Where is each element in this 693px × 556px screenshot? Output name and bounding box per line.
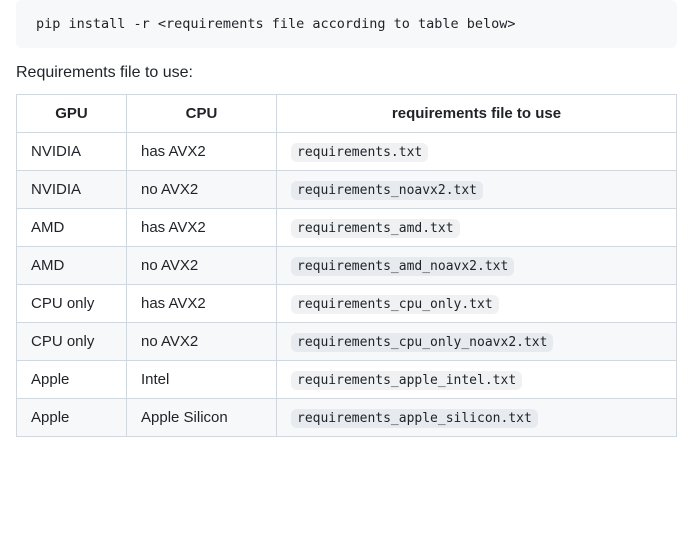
table-row: NVIDIA has AVX2 requirements.txt: [17, 133, 677, 171]
cell-gpu: CPU only: [17, 285, 127, 323]
cell-gpu: Apple: [17, 361, 127, 399]
header-cpu: CPU: [127, 95, 277, 133]
cell-gpu: NVIDIA: [17, 171, 127, 209]
cell-cpu: no AVX2: [127, 171, 277, 209]
cell-file: requirements_amd.txt: [277, 209, 677, 247]
file-code[interactable]: requirements_amd_noavx2.txt: [291, 257, 514, 276]
requirements-table: GPU CPU requirements file to use NVIDIA …: [16, 94, 677, 437]
cell-cpu: no AVX2: [127, 323, 277, 361]
cell-cpu: has AVX2: [127, 209, 277, 247]
cell-gpu: NVIDIA: [17, 133, 127, 171]
table-row: Apple Apple Silicon requirements_apple_s…: [17, 399, 677, 437]
table-row: Apple Intel requirements_apple_intel.txt: [17, 361, 677, 399]
requirements-intro-text: Requirements file to use:: [16, 64, 677, 82]
file-code[interactable]: requirements_apple_silicon.txt: [291, 409, 538, 428]
table-row: CPU only has AVX2 requirements_cpu_only.…: [17, 285, 677, 323]
cell-cpu: has AVX2: [127, 133, 277, 171]
file-code[interactable]: requirements.txt: [291, 143, 428, 162]
cell-cpu: Intel: [127, 361, 277, 399]
cell-file: requirements_cpu_only.txt: [277, 285, 677, 323]
cell-cpu: has AVX2: [127, 285, 277, 323]
cell-file: requirements_cpu_only_noavx2.txt: [277, 323, 677, 361]
cell-gpu: Apple: [17, 399, 127, 437]
file-code[interactable]: requirements_cpu_only.txt: [291, 295, 499, 314]
table-row: NVIDIA no AVX2 requirements_noavx2.txt: [17, 171, 677, 209]
file-code[interactable]: requirements_amd.txt: [291, 219, 460, 238]
header-file: requirements file to use: [277, 95, 677, 133]
table-row: CPU only no AVX2 requirements_cpu_only_n…: [17, 323, 677, 361]
cell-file: requirements_amd_noavx2.txt: [277, 247, 677, 285]
cell-file: requirements.txt: [277, 133, 677, 171]
file-code[interactable]: requirements_apple_intel.txt: [291, 371, 522, 390]
header-gpu: GPU: [17, 95, 127, 133]
cell-gpu: AMD: [17, 247, 127, 285]
table-row: AMD no AVX2 requirements_amd_noavx2.txt: [17, 247, 677, 285]
file-code[interactable]: requirements_noavx2.txt: [291, 181, 483, 200]
file-code[interactable]: requirements_cpu_only_noavx2.txt: [291, 333, 553, 352]
cell-file: requirements_noavx2.txt: [277, 171, 677, 209]
cell-file: requirements_apple_silicon.txt: [277, 399, 677, 437]
install-command-code-block[interactable]: pip install -r <requirements file accord…: [16, 0, 677, 48]
cell-file: requirements_apple_intel.txt: [277, 361, 677, 399]
cell-gpu: CPU only: [17, 323, 127, 361]
cell-cpu: no AVX2: [127, 247, 277, 285]
cell-cpu: Apple Silicon: [127, 399, 277, 437]
table-row: AMD has AVX2 requirements_amd.txt: [17, 209, 677, 247]
table-header-row: GPU CPU requirements file to use: [17, 95, 677, 133]
cell-gpu: AMD: [17, 209, 127, 247]
